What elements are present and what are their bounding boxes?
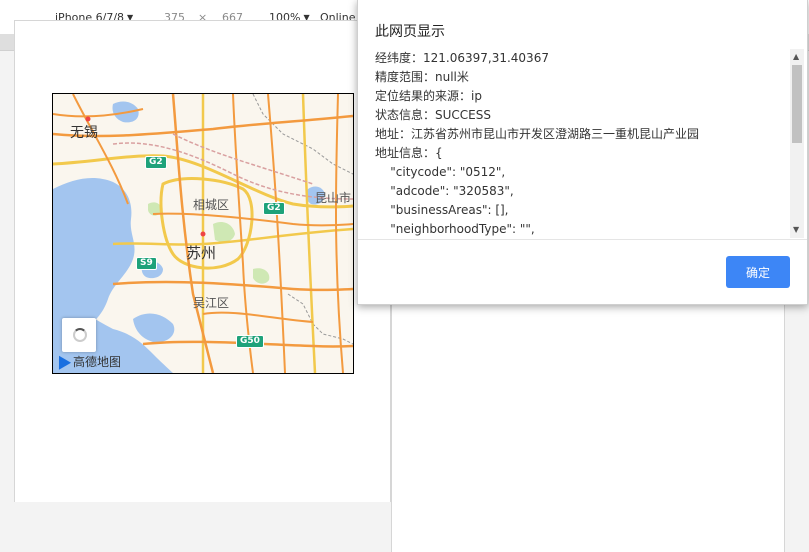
suzhou-marker <box>200 231 206 237</box>
map-container[interactable]: 无锡 相城区 苏州 吴江区 昆山市 G2 G2 S9 G50 <box>52 93 354 374</box>
amap-logo-text: 高德地图 <box>73 355 122 369</box>
loading-spinner-icon <box>73 328 87 342</box>
scroll-up-arrow-icon[interactable]: ▲ <box>793 52 799 61</box>
dialog-divider <box>358 239 807 240</box>
message-line: 定位结果的来源：ip <box>375 89 482 103</box>
highway-shield-g2: G2 <box>145 156 167 169</box>
message-line: 地址信息：{ <box>375 146 443 160</box>
map-label-kunshan: 昆山市 <box>315 191 352 205</box>
scroll-down-arrow-icon[interactable]: ▼ <box>793 225 799 234</box>
ruler-segment[interactable] <box>0 34 15 50</box>
message-line: "businessAreas": [], <box>375 203 509 217</box>
message-line: 状态信息：SUCCESS <box>375 108 491 122</box>
amap-logo: 高德地图 <box>52 352 122 370</box>
amap-logo-icon <box>52 352 72 370</box>
dialog-message[interactable]: 经纬度：121.06397,31.40367 精度范围：null米 定位结果的来… <box>375 49 785 237</box>
dialog-scrollbar[interactable]: ▲ ▼ <box>790 49 804 238</box>
message-line: 精度范围：null米 <box>375 70 469 84</box>
dialog-title: 此网页显示 <box>375 24 445 40</box>
map-label-wujiang: 吴江区 <box>193 296 230 310</box>
ok-button[interactable]: 确定 <box>726 256 790 288</box>
message-line: 经纬度：121.06397,31.40367 <box>375 51 549 65</box>
alert-dialog: 此网页显示 经纬度：121.06397,31.40367 精度范围：null米 … <box>357 0 808 305</box>
highway-shield-g50: G50 <box>236 335 264 348</box>
highway-shield-s9: S9 <box>136 257 157 270</box>
message-line: "neighborhoodType": "", <box>375 222 535 236</box>
locate-button[interactable] <box>62 318 96 352</box>
highway-shield-g2: G2 <box>263 202 285 215</box>
map-label-wuxi: 无锡 <box>70 125 98 141</box>
message-line: "adcode": "320583", <box>375 184 514 198</box>
message-line: 地址：江苏省苏州市昆山市开发区澄湖路三一重机昆山产业园 <box>375 127 700 141</box>
scrollbar-thumb[interactable] <box>792 65 802 143</box>
map-label-xiangcheng: 相城区 <box>193 198 230 212</box>
message-line: "citycode": "0512", <box>375 165 506 179</box>
map-label-suzhou: 苏州 <box>186 244 217 262</box>
wuxi-marker <box>85 116 91 122</box>
map-canvas[interactable] <box>53 94 353 373</box>
